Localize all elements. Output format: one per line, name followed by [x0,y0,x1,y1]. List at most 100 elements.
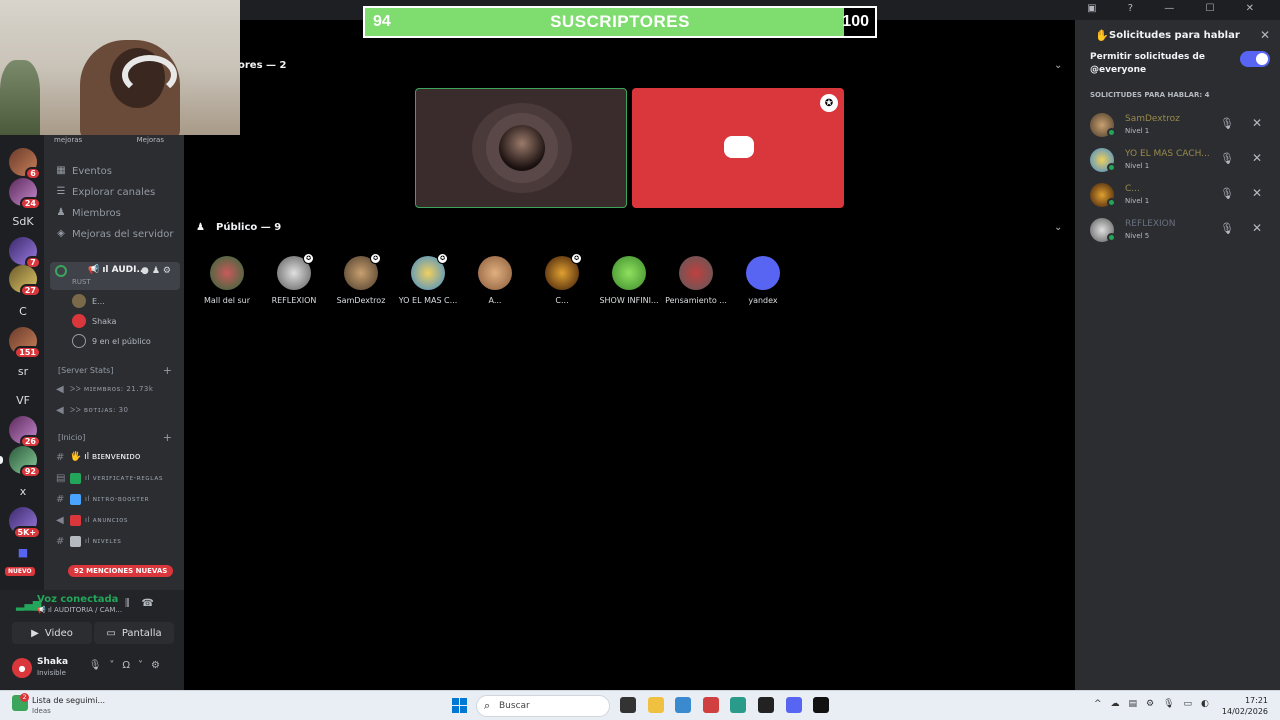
permission-toggle[interactable] [1240,51,1270,67]
boost-progress[interactable]: mejoras Mejoras [54,136,184,144]
close-icon[interactable]: ✕ [1260,28,1270,42]
server-icon[interactable]: 6 [9,148,41,180]
server-icon[interactable]: SdK [9,207,37,235]
widget-subtitle: Ideas [32,707,51,715]
channel-niveles[interactable]: # ıl ɴɪᴠᴇʟᴇꜱ [56,533,121,549]
nav-browse-channels[interactable]: ☰ Explorar canales [56,183,156,201]
voice-controls[interactable]: ⫼☎ [125,598,166,609]
server-icon[interactable]: 5K+ [9,507,41,539]
goal-target: 100 [842,13,869,30]
speaker-icon: ◀ [56,404,65,416]
speak-requests-panel: ✋ Solicitudes para hablar ✕ Permitir sol… [1075,20,1280,690]
discord-icon[interactable] [786,697,802,713]
accept-request-icon[interactable]: 🎙 [1220,117,1234,130]
moderator-icon: ✪ [820,94,838,112]
chevron-down-icon[interactable]: ⌄ [1054,222,1062,233]
new-mentions-pill[interactable]: 92 MENCIONES NUEVAS [68,565,174,577]
windows-taskbar: 2 Lista de seguimi... Ideas ⌕ Buscar ^☁▤… [0,690,1280,720]
audience-member[interactable]: ✪ C... [528,253,596,305]
stage-channel-name: 📢 ıl AUDI... [88,265,147,275]
clock[interactable]: 17:21 14/02/2026 [1222,695,1268,717]
hash-icon: # [56,451,65,463]
webcam-overlay [0,0,240,135]
server-icon[interactable]: 7 [9,237,41,269]
accept-request-icon[interactable]: 🎙 [1220,152,1234,165]
category-inicio[interactable]: [Inicio] [58,433,85,442]
accept-request-icon[interactable]: 🎙 [1220,222,1234,235]
channel-anuncios[interactable]: ◀ ıl ᴀɴᴜɴᴄɪᴏꜱ [56,512,128,528]
voice-status[interactable]: Voz conectada [37,594,118,605]
edge-icon[interactable] [730,697,746,713]
task-view-icon[interactable] [620,697,636,713]
new-badge[interactable]: NUEVO [5,567,35,576]
office-icon[interactable] [703,697,719,713]
audience-member[interactable]: Pensamiento ... [662,256,730,305]
audience-member[interactable]: Mall del sur [193,256,261,305]
discord-logo-icon [724,136,754,158]
stat-channel[interactable]: ◀ ᐳᐳ ᴍɪᴇᴍʙʀᴏꜱ: 21.73k [56,381,153,397]
server-icon[interactable]: 24 [9,178,41,210]
audience-member[interactable]: ✪ REFLEXION [260,253,328,305]
add-channel-icon[interactable]: + [163,431,172,444]
stage-member[interactable]: E... [72,293,105,309]
stage-member[interactable]: Shaka [72,313,116,329]
stat-channel[interactable]: ◀ ᐳᐳ ʙᴏᴛɪᴊᴀꜱ: 30 [56,402,129,418]
obs-icon[interactable] [758,697,774,713]
audience-member[interactable]: ✪ SamDextroz [327,253,395,305]
channel-verificate[interactable]: ▤ ıl ᴠᴇʀɪꜰɪᴄᴀᴛᴇ-ʀᴇɢʟᴀꜱ [56,470,163,486]
file-explorer-icon[interactable] [648,697,664,713]
channel-nitro[interactable]: # ıl ɴɪᴛʀᴏ-ʙᴏᴏꜱᴛᴇʀ [56,491,149,507]
capcut-icon[interactable] [813,697,829,713]
server-icon[interactable]: 26 [9,416,41,448]
dismiss-request-icon[interactable]: ✕ [1252,151,1262,165]
signal-icon[interactable]: ▂▄▆ [16,598,41,611]
audience-member[interactable]: ✪ YO EL MAS C... [394,253,462,305]
accept-request-icon[interactable]: 🎙 [1220,187,1234,200]
category-server-stats[interactable]: [Server Stats] [58,366,113,375]
channel-bienvenido[interactable]: # 🖐 ıl ʙɪᴇɴᴠᴇɴɪᴅᴏ [56,449,140,465]
speaker-tile[interactable]: ✪ [632,88,844,208]
system-tray[interactable]: ^☁▤⚙🎙▭◐ [1094,699,1218,709]
nav-server-boost[interactable]: ◈ Mejoras del servidor [56,225,173,243]
stage-channel[interactable]: 📢 ıl AUDI... RUST ●♟⚙ [50,262,180,290]
avatar: ✪ [344,253,381,290]
user-avatar[interactable]: ● [12,658,32,678]
server-icon[interactable]: 151 [9,327,41,359]
user-name[interactable]: Shaka [37,657,68,667]
audience-member[interactable]: yandex [729,256,797,305]
copilot-icon[interactable] [675,697,691,713]
panel-title: Solicitudes para hablar [1109,30,1240,41]
stage-channel-controls[interactable]: ●♟⚙ [141,266,174,276]
voice-channel[interactable]: 📢 ıl AUDITORIA / CAM... [37,606,122,614]
dismiss-request-icon[interactable]: ✕ [1252,186,1262,200]
server-icon[interactable]: sr [9,357,37,385]
speaker-tile[interactable] [415,88,627,208]
screen-share-button[interactable]: ▭ Pantalla [94,622,174,644]
dismiss-request-icon[interactable]: ✕ [1252,116,1262,130]
avatar [72,294,86,308]
user-controls[interactable]: 🎙˅Ω˅⚙ [89,660,168,671]
server-icon[interactable]: VF [9,386,37,414]
dismiss-request-icon[interactable]: ✕ [1252,221,1262,235]
avatar [499,125,545,171]
taskbar-search[interactable]: ⌕ Buscar [476,695,610,717]
server-icon[interactable]: 27 [9,265,41,297]
chevron-down-icon[interactable]: ⌄ [1054,60,1062,71]
window-controls[interactable]: ▣ ? — ☐ ✕ [1087,3,1268,14]
server-icon[interactable]: x [9,477,37,505]
headphones-icon [72,334,86,348]
discord-window: ▣ ? — ☐ ✕ 6 24 SdK 7 27 C 151 sr VF 26 9… [0,0,1280,690]
camera-icon: ▶ [31,627,39,639]
server-icon[interactable]: C [9,297,37,325]
audience-member[interactable]: SHOW INFINI... [595,256,663,305]
audience-member[interactable]: A... [461,256,529,305]
nav-members[interactable]: ♟ Miembros [56,204,121,222]
video-button[interactable]: ▶ Video [12,622,92,644]
folder-icon[interactable]: ■ [9,538,37,566]
nav-events[interactable]: ▦ Eventos [56,162,112,180]
add-channel-icon[interactable]: + [163,364,172,377]
widget-title[interactable]: Lista de seguimi... [32,696,105,705]
server-icon[interactable]: 92 [9,446,41,478]
start-button[interactable] [452,698,467,713]
audience-count[interactable]: 9 en el público [72,333,151,349]
